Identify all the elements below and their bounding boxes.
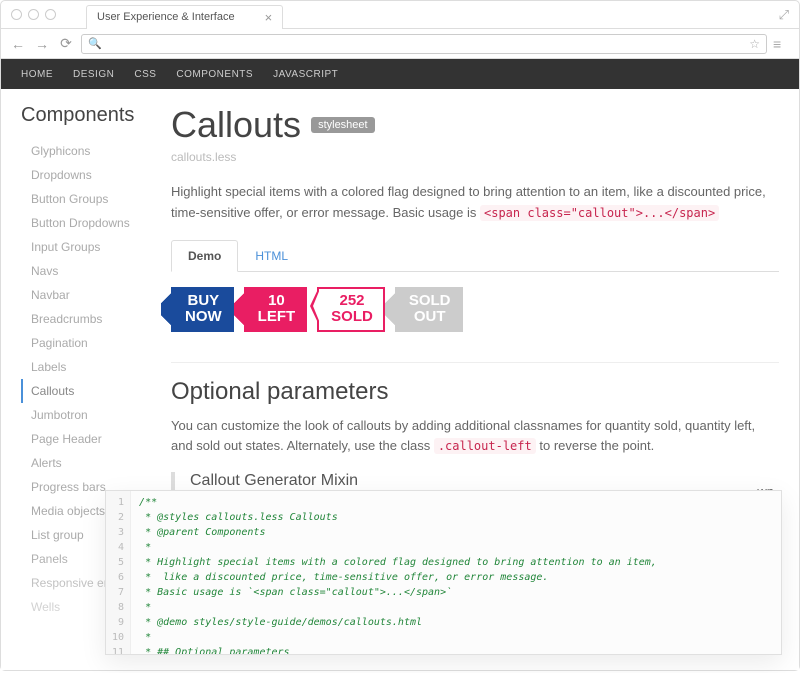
sidebar-item-glyphicons[interactable]: Glyphicons <box>21 139 156 163</box>
line-numbers: 1234567891011121314 <box>106 491 131 654</box>
callout-buy-now: BUY NOW <box>171 287 234 332</box>
page-title: Callouts stylesheet <box>171 104 779 146</box>
browser-toolbar: ← → ⟳ 🔍 ☆ ≡ <box>1 29 799 59</box>
back-button[interactable]: ← <box>9 35 27 53</box>
expand-icon[interactable]: ⤢ <box>779 7 789 23</box>
code-body: /** * @styles callouts.less Callouts * @… <box>131 491 701 654</box>
sidebar-title: Components <box>21 104 156 127</box>
address-bar[interactable]: 🔍 ☆ <box>81 34 767 54</box>
tabs: Demo HTML <box>171 239 779 272</box>
section-title: Optional parameters <box>171 362 779 406</box>
code-panel: 1234567891011121314 /** * @styles callou… <box>105 490 782 655</box>
browser-tab[interactable]: User Experience & Interface × <box>86 5 283 29</box>
stylesheet-badge: stylesheet <box>311 117 375 133</box>
sidebar-item-dropdowns[interactable]: Dropdowns <box>21 163 156 187</box>
close-window-button[interactable] <box>11 9 22 20</box>
minimize-window-button[interactable] <box>28 9 39 20</box>
sidebar-item-button-groups[interactable]: Button Groups <box>21 187 156 211</box>
page-title-text: Callouts <box>171 104 301 146</box>
site-nav: HOME DESIGN CSS COMPONENTS JAVASCRIPT <box>1 59 799 89</box>
hamburger-menu-icon[interactable]: ≡ <box>773 36 791 52</box>
description: Highlight special items with a colored f… <box>171 182 779 224</box>
tab-demo[interactable]: Demo <box>171 240 238 272</box>
mixin-block: Callout Generator Mixin <box>171 472 779 490</box>
reload-button[interactable]: ⟳ <box>57 35 75 53</box>
titlebar: User Experience & Interface × ⤢ <box>1 1 799 29</box>
sidebar-item-jumbotron[interactable]: Jumbotron <box>21 403 156 427</box>
tab-html[interactable]: HTML <box>238 240 305 272</box>
callout-sold: 252 SOLD <box>317 287 385 332</box>
sidebar-item-navbar[interactable]: Navbar <box>21 283 156 307</box>
sidebar-item-alerts[interactable]: Alerts <box>21 451 156 475</box>
search-icon: 🔍 <box>88 37 102 50</box>
callout-left: 10 LEFT <box>244 287 308 332</box>
callout-left-code: .callout-left <box>434 438 536 454</box>
sidebar-item-pagination[interactable]: Pagination <box>21 331 156 355</box>
usage-code: <span class="callout">...</span> <box>480 205 719 221</box>
close-tab-icon[interactable]: × <box>265 10 273 25</box>
sidebar-item-labels[interactable]: Labels <box>21 355 156 379</box>
callout-sold-out: SOLD OUT <box>395 287 463 332</box>
nav-javascript[interactable]: JAVASCRIPT <box>273 69 338 80</box>
file-name: callouts.less <box>171 150 779 164</box>
sidebar-item-breadcrumbs[interactable]: Breadcrumbs <box>21 307 156 331</box>
nav-home[interactable]: HOME <box>21 69 53 80</box>
bookmark-star-icon[interactable]: ☆ <box>749 37 760 51</box>
maximize-window-button[interactable] <box>45 9 56 20</box>
section-description: You can customize the look of callouts b… <box>171 416 779 458</box>
nav-design[interactable]: DESIGN <box>73 69 114 80</box>
mixin-title: Callout Generator Mixin <box>190 472 779 490</box>
window-controls <box>11 9 56 20</box>
nav-css[interactable]: CSS <box>134 69 156 80</box>
forward-button[interactable]: → <box>33 35 51 53</box>
sidebar-item-input-groups[interactable]: Input Groups <box>21 235 156 259</box>
tab-title: User Experience & Interface <box>97 11 235 23</box>
nav-components[interactable]: COMPONENTS <box>176 69 253 80</box>
sidebar-item-navs[interactable]: Navs <box>21 259 156 283</box>
sidebar-item-page-header[interactable]: Page Header <box>21 427 156 451</box>
browser-window: User Experience & Interface × ⤢ ← → ⟳ 🔍 … <box>0 0 800 671</box>
sidebar-item-button-dropdowns[interactable]: Button Dropdowns <box>21 211 156 235</box>
sidebar-item-callouts[interactable]: Callouts <box>21 379 156 403</box>
demo-row: BUY NOW 10 LEFT 252 SOLD SOLD OUT <box>171 287 779 332</box>
